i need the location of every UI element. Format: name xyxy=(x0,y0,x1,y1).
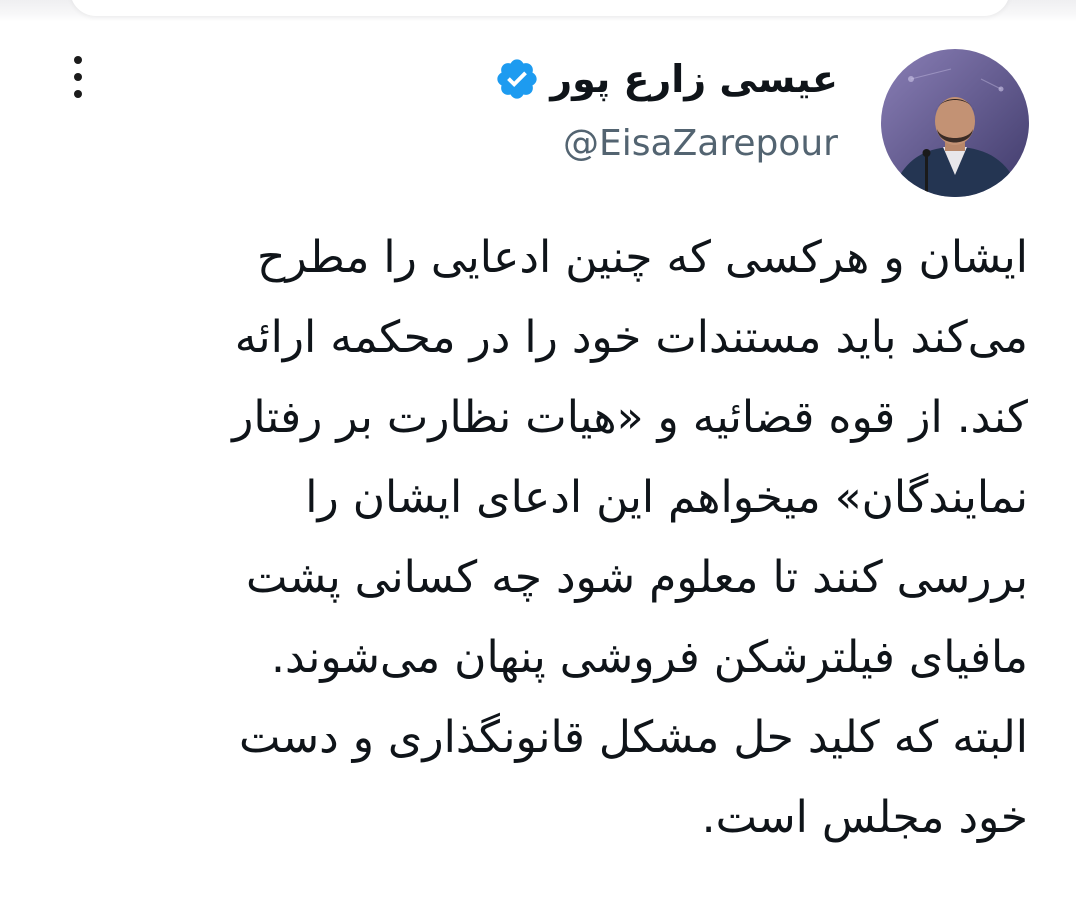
tweet-line: می‌کند باید مستندات خود را در محکمه ارائ… xyxy=(234,312,1028,363)
more-dot xyxy=(74,90,82,98)
tweet-line: نمایندگان» میخواهم این ادعای ایشان را xyxy=(305,472,1028,523)
more-dot xyxy=(74,56,82,64)
avatar[interactable] xyxy=(881,49,1029,197)
tweet-line: مافیای فیلترشکن فروشی پنهان می‌شوند. xyxy=(271,632,1028,683)
tweet-text: ایشان و هرکسی که چنین ادعایی را مطرح می‌… xyxy=(53,218,1028,858)
tweet-line: البته که کلید حل مشکل قانونگذاری و دست xyxy=(239,712,1028,763)
avatar-photo xyxy=(881,49,1029,197)
tweet-line: ایشان و هرکسی که چنین ادعایی را مطرح xyxy=(257,232,1028,283)
verified-badge-icon xyxy=(494,56,540,102)
tweet-line: بررسی کنند تا معلوم شود چه کسانی پشت xyxy=(245,552,1028,603)
more-dot xyxy=(74,73,82,81)
author-handle[interactable]: @EisaZarepour xyxy=(563,123,838,164)
more-options-icon[interactable] xyxy=(64,56,92,98)
tweet-line: خود مجلس است. xyxy=(701,792,1028,843)
author-name-row[interactable]: عیسی زارع پور xyxy=(494,56,838,102)
author-display-name[interactable]: عیسی زارع پور xyxy=(550,57,838,101)
tweet-line: کند. از قوه قضائیه و «هیات نظارت بر رفتا… xyxy=(232,392,1028,443)
previous-card-edge xyxy=(70,0,1010,16)
